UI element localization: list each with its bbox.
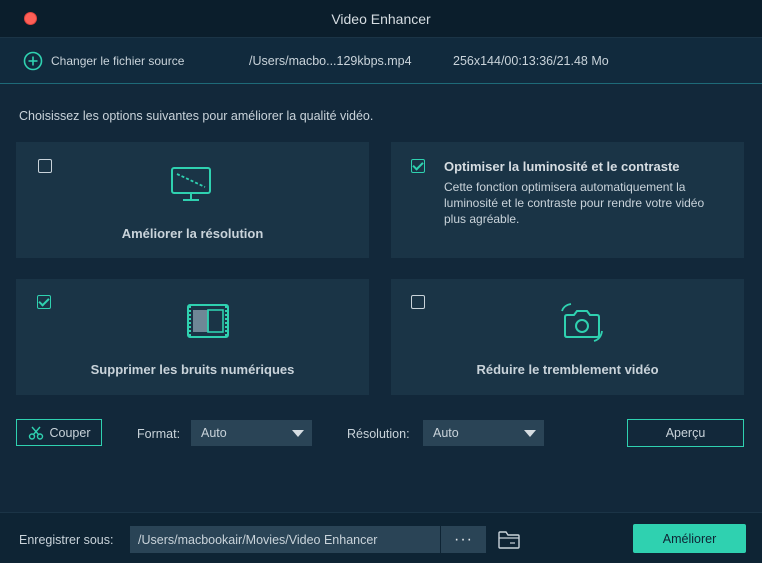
resolution-label: Améliorer la résolution [121,226,264,241]
format-select[interactable]: Auto [191,420,312,446]
monitor-icon [171,167,211,201]
chevron-down-icon [524,430,536,437]
brightness-description: Cette fonction optimisera automatiquemen… [444,180,705,226]
brightness-checkbox[interactable] [411,159,425,173]
source-bar: Changer le fichier source /Users/macbo..… [0,37,762,83]
shake-checkbox[interactable] [411,295,425,309]
save-as-label: Enregistrer sous: [19,533,114,547]
source-file-path: /Users/macbo...129kbps.mp4 [249,54,412,68]
window-title: Video Enhancer [331,10,431,27]
enhance-button[interactable]: Améliorer [633,524,746,553]
save-path-field[interactable]: /Users/macbookair/Movies/Video Enhancer [130,526,440,553]
resolution-select[interactable]: Auto [423,420,544,446]
preview-button[interactable]: Aperçu [627,419,744,447]
footer-bar: Enregistrer sous: /Users/macbookair/Movi… [0,512,762,563]
cut-label: Couper [49,425,91,440]
noise-label: Supprimer les bruits numériques [90,362,295,377]
chevron-down-icon [292,430,304,437]
option-card-resolution[interactable]: Améliorer la résolution [16,142,369,258]
film-icon [187,304,229,338]
add-circle-icon[interactable] [23,51,43,71]
source-file-info: 256x144/00:13:36/21.48 Mo [453,54,609,68]
main-panel: Choisissez les options suivantes pour am… [0,84,762,512]
camera-icon [561,303,603,342]
format-value: Auto [201,426,227,440]
browse-button[interactable]: ··· [441,526,486,553]
instruction-text: Choisissez les options suivantes pour am… [19,109,374,123]
noise-checkbox[interactable] [37,295,51,309]
cut-button[interactable]: Couper [16,419,102,446]
close-window-button[interactable] [24,12,37,25]
resolution-field-label: Résolution: [347,427,410,441]
brightness-label: Optimiser la luminosité et le contraste [444,159,680,174]
format-label: Format: [137,427,181,441]
title-bar: Video Enhancer [0,0,762,37]
option-card-noise[interactable]: Supprimer les bruits numériques [16,279,369,395]
option-card-shake[interactable]: Réduire le tremblement vidéo [391,279,744,395]
resolution-checkbox[interactable] [38,159,52,173]
resolution-value: Auto [433,426,459,440]
option-card-brightness[interactable]: Optimiser la luminosité et le contraste … [391,142,744,258]
folder-icon[interactable] [497,530,521,550]
scissors-icon [28,426,43,440]
change-source-button[interactable]: Changer le fichier source [51,54,184,68]
shake-label: Réduire le tremblement vidéo [476,362,659,377]
